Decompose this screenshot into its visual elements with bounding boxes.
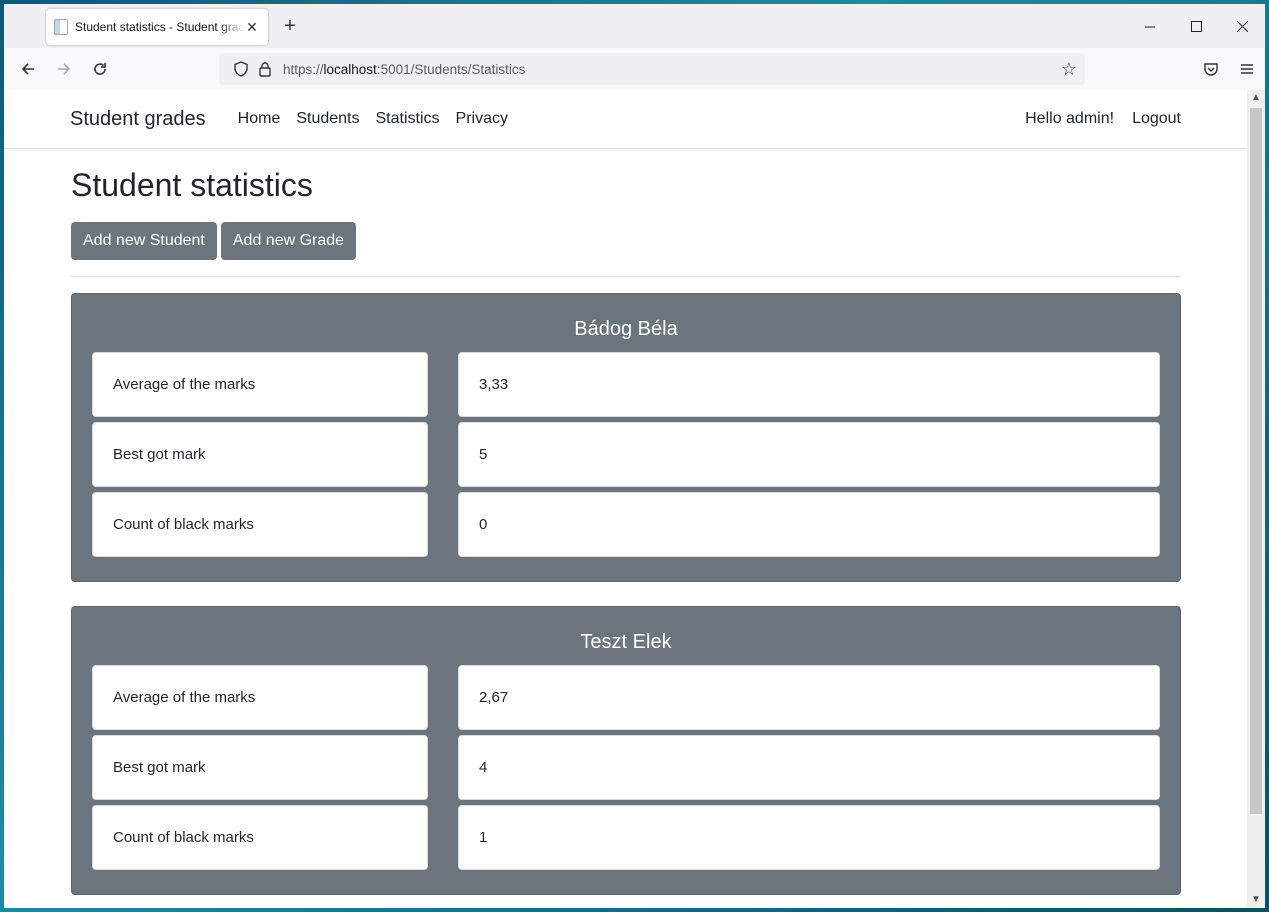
vertical-scrollbar[interactable]: ▲ ▼ — [1247, 90, 1265, 908]
nav-students[interactable]: Students — [288, 110, 367, 128]
stat-row: Count of black marks 0 — [92, 492, 1160, 557]
divider — [71, 276, 1181, 277]
nav-statistics[interactable]: Statistics — [368, 110, 448, 128]
browser-window: Student statistics - Student grades ✕ + — [4, 4, 1265, 908]
scroll-down-arrow-icon[interactable]: ▼ — [1247, 892, 1265, 908]
stat-label: Count of black marks — [92, 492, 428, 557]
pocket-icon[interactable] — [1193, 53, 1229, 85]
page-favicon-icon — [54, 19, 68, 35]
stat-value: 0 — [458, 492, 1160, 557]
stat-label: Best got mark — [92, 422, 428, 487]
add-student-button[interactable]: Add new Student — [71, 222, 217, 260]
browser-tab[interactable]: Student statistics - Student grades ✕ — [46, 9, 268, 45]
url-scheme: https:// — [283, 61, 324, 77]
student-name: Teszt Elek — [580, 631, 672, 653]
nav-privacy[interactable]: Privacy — [448, 110, 516, 128]
add-grade-button[interactable]: Add new Grade — [220, 222, 357, 260]
back-arrow-icon[interactable] — [10, 53, 46, 85]
minimize-icon[interactable] — [1127, 4, 1173, 48]
stat-label: Average of the marks — [92, 352, 428, 417]
greeting: Hello admin! — [1025, 110, 1115, 127]
reload-icon[interactable] — [82, 53, 118, 85]
brand-link[interactable]: Student grades — [70, 108, 206, 131]
stat-value: 3,33 — [458, 352, 1160, 417]
stat-row: Average of the marks 2,67 — [92, 665, 1160, 730]
stat-value: 4 — [458, 735, 1160, 800]
stat-label: Average of the marks — [92, 665, 428, 730]
stat-row: Best got mark 5 — [92, 422, 1160, 487]
bookmark-star-icon[interactable]: ☆ — [1061, 59, 1077, 80]
scroll-thumb[interactable] — [1250, 108, 1262, 814]
close-tab-icon[interactable]: ✕ — [244, 19, 260, 36]
page-viewport: Student grades Home Students Statistics … — [4, 90, 1247, 908]
lock-icon[interactable] — [253, 61, 277, 77]
address-bar[interactable]: https://localhost:5001/Students/Statisti… — [219, 53, 1085, 85]
shield-icon[interactable] — [229, 61, 253, 77]
action-buttons: Add new Student Add new Grade — [71, 222, 1181, 260]
student-card: Bádog Béla Average of the marks 3,33 Bes… — [71, 293, 1181, 582]
stat-value: 5 — [458, 422, 1160, 487]
stat-row: Count of black marks 1 — [92, 805, 1160, 870]
maximize-icon[interactable] — [1173, 4, 1219, 48]
menu-hamburger-icon[interactable] — [1229, 53, 1265, 85]
url-host: localhost — [323, 61, 377, 77]
stat-row: Best got mark 4 — [92, 735, 1160, 800]
nav-links: Home Students Statistics Privacy — [230, 110, 516, 128]
student-card: Teszt Elek Average of the marks 2,67 Bes… — [71, 606, 1181, 895]
stat-row: Average of the marks 3,33 — [92, 352, 1160, 417]
stat-label: Best got mark — [92, 735, 428, 800]
stat-value: 2,67 — [458, 665, 1160, 730]
student-name: Bádog Béla — [574, 318, 678, 340]
main-content: Student statistics Add new Student Add n… — [71, 165, 1181, 895]
nav-home[interactable]: Home — [230, 110, 289, 128]
site-navbar: Student grades Home Students Statistics … — [4, 90, 1247, 149]
window-controls — [1127, 4, 1265, 48]
page-title: Student statistics — [71, 167, 313, 203]
tab-strip: Student statistics - Student grades ✕ + — [4, 4, 1265, 48]
new-tab-icon[interactable]: + — [280, 16, 300, 36]
scroll-up-arrow-icon[interactable]: ▲ — [1247, 90, 1265, 106]
nav-toolbar: https://localhost:5001/Students/Statisti… — [4, 48, 1265, 90]
stat-value: 1 — [458, 805, 1160, 870]
forward-arrow-icon[interactable] — [46, 53, 82, 85]
close-window-icon[interactable] — [1219, 4, 1265, 48]
url-path: :5001/Students/Statistics — [376, 61, 526, 77]
tab-title: Student statistics - Student grades — [75, 20, 244, 34]
logout-link[interactable]: Logout — [1132, 110, 1181, 128]
url-text[interactable]: https://localhost:5001/Students/Statisti… — [283, 62, 525, 77]
stat-label: Count of black marks — [92, 805, 428, 870]
